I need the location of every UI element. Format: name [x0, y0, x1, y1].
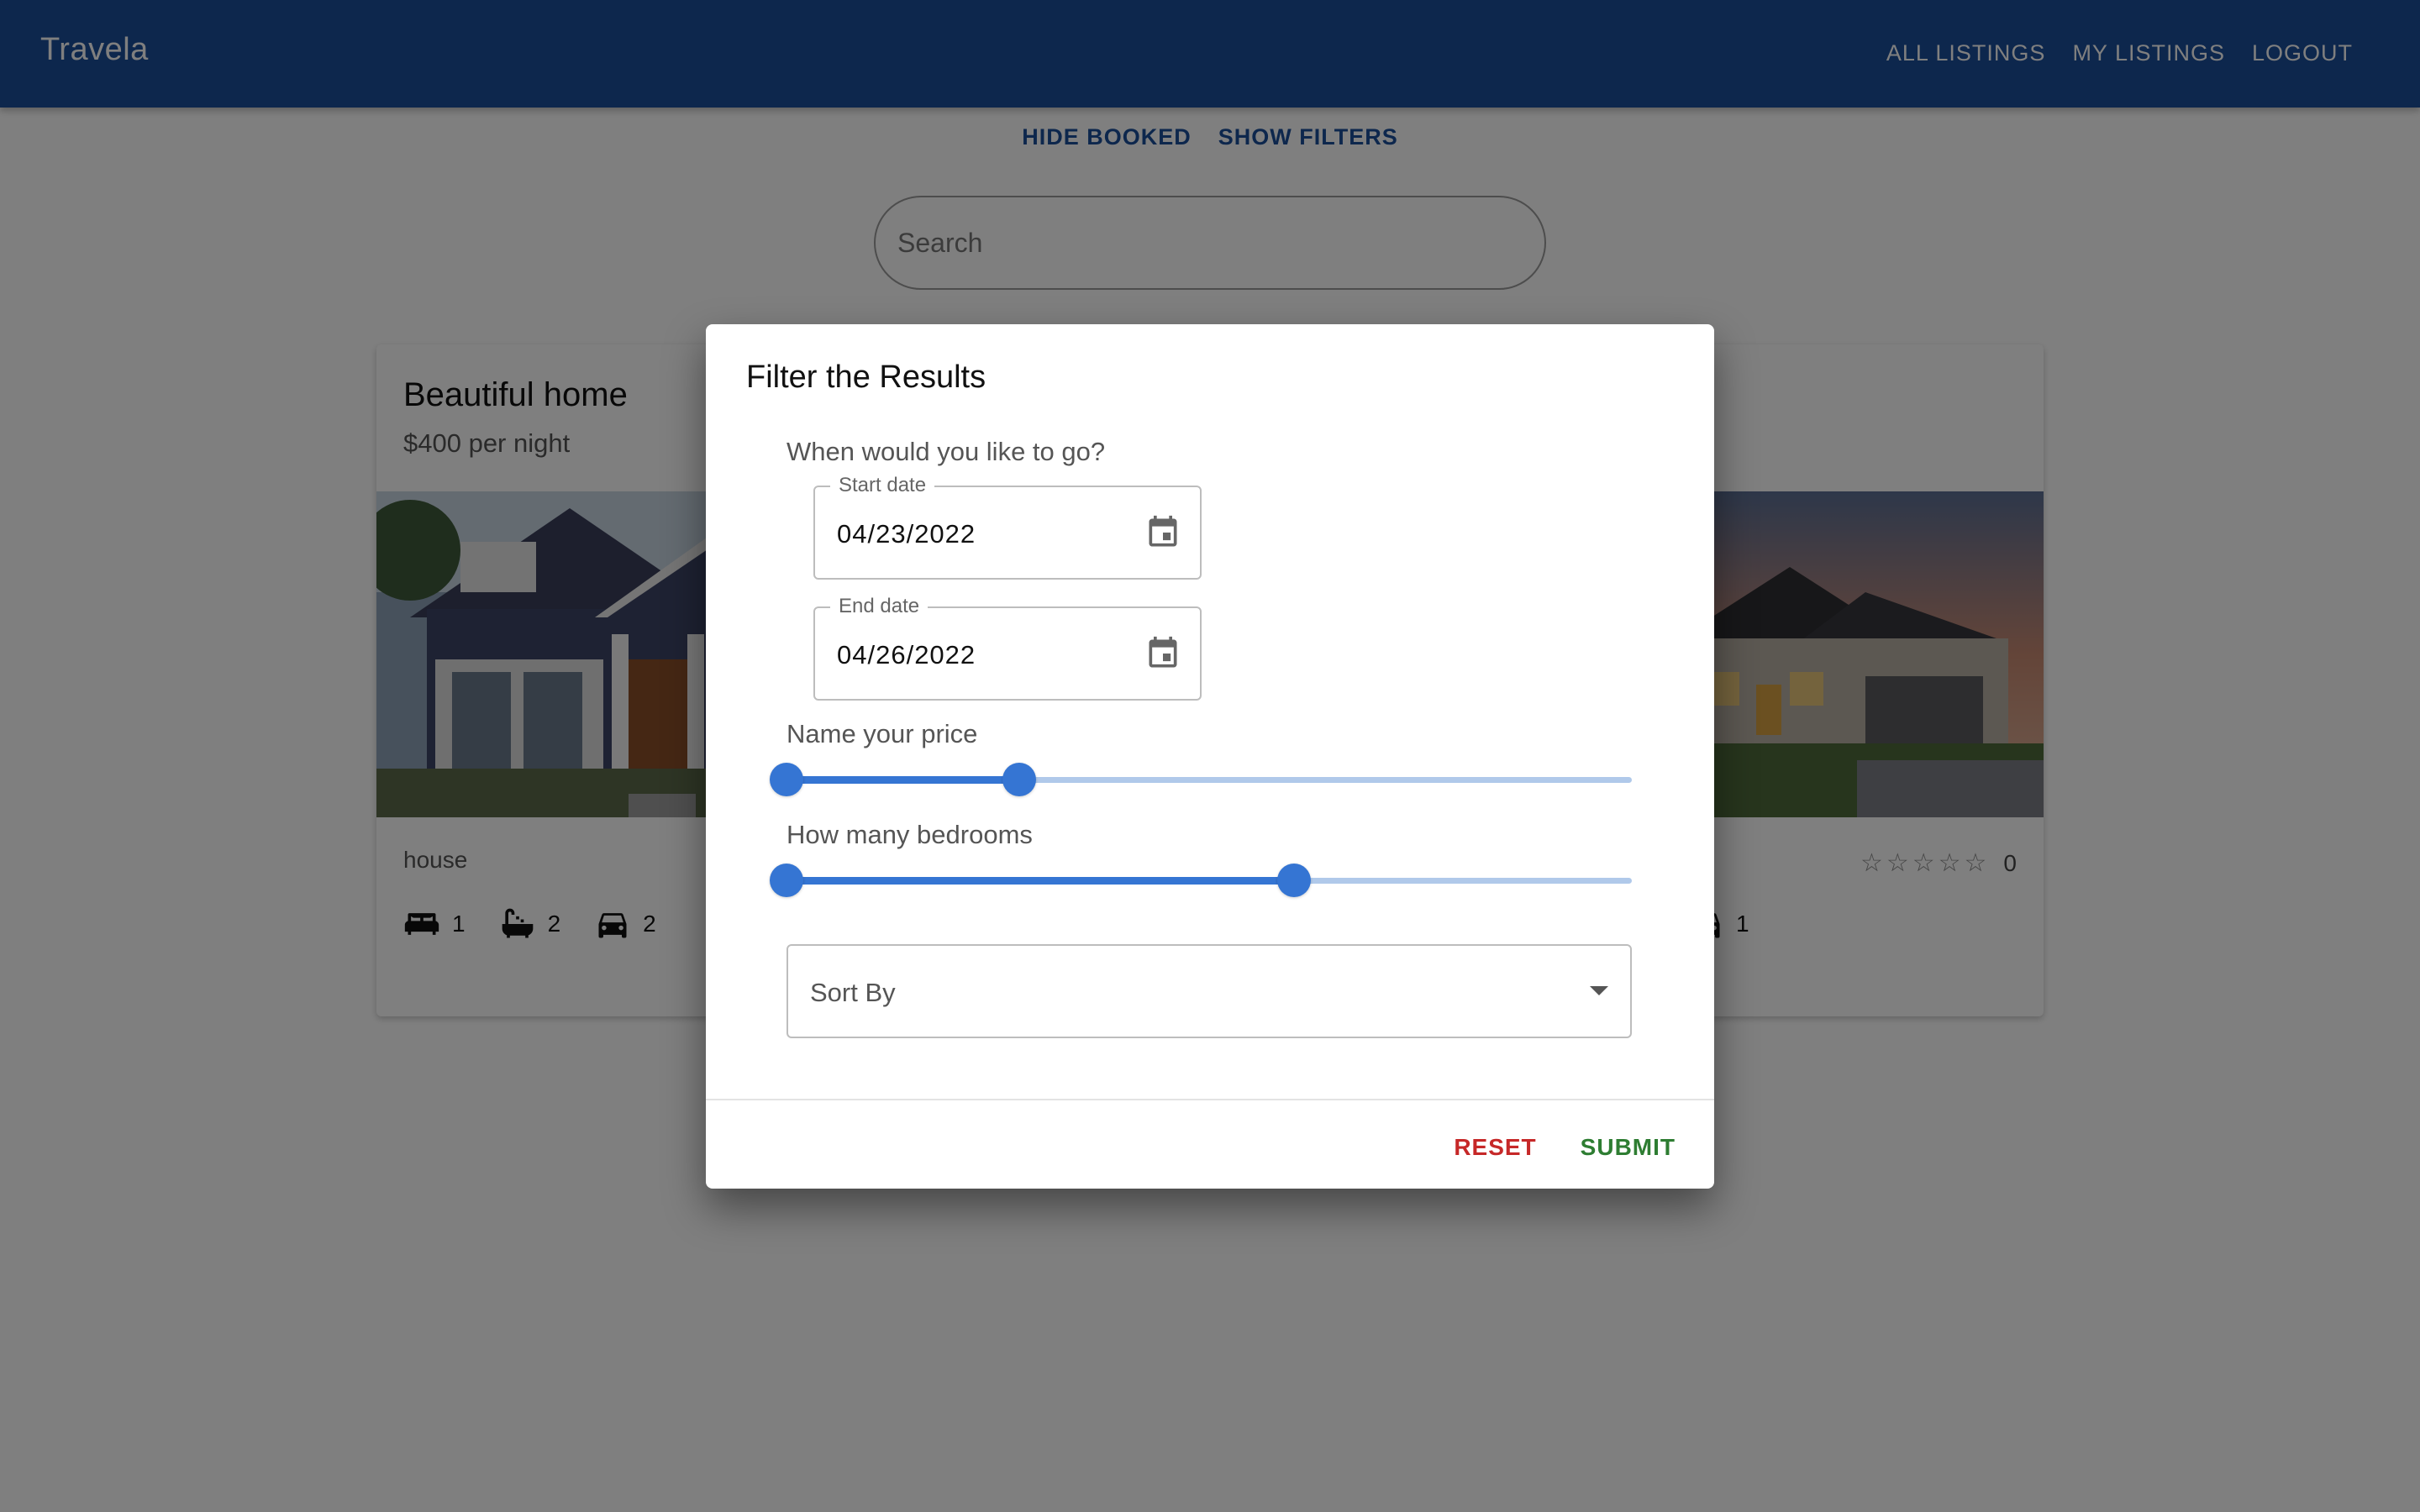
end-date-label: End date — [830, 595, 929, 618]
calendar-icon[interactable] — [1144, 514, 1181, 551]
dialog-title: Filter the Results — [746, 360, 986, 395]
bedrooms-label: How many bedrooms — [786, 820, 1033, 849]
dropdown-arrow-icon — [1590, 986, 1608, 995]
submit-button[interactable]: SUBMIT — [1569, 1129, 1687, 1166]
price-label: Name your price — [786, 719, 978, 748]
dialog-actions: RESET SUBMIT — [1442, 1129, 1687, 1166]
slider-thumb-max[interactable] — [1276, 864, 1311, 897]
price-range-slider[interactable] — [770, 763, 1632, 796]
slider-thumb-min[interactable] — [770, 763, 803, 796]
filter-dialog: Filter the Results When would you like t… — [706, 324, 1714, 1189]
slider-thumb-max[interactable] — [1002, 763, 1036, 796]
sort-by-select[interactable]: Sort By — [786, 944, 1632, 1038]
start-date-label: Start date — [830, 474, 935, 497]
slider-track — [786, 877, 1294, 885]
dialog-divider — [706, 1099, 1714, 1100]
slider-track — [786, 776, 1019, 784]
end-date-value: 04/26/2022 — [837, 640, 976, 669]
end-date-field[interactable]: End date 04/26/2022 — [813, 595, 1202, 701]
calendar-icon[interactable] — [1144, 635, 1181, 672]
reset-button[interactable]: RESET — [1442, 1129, 1548, 1166]
start-date-field[interactable]: Start date 04/23/2022 — [813, 474, 1202, 580]
date-question: When would you like to go? — [786, 437, 1106, 466]
bedrooms-range-slider[interactable] — [770, 864, 1632, 897]
slider-thumb-min[interactable] — [770, 864, 803, 897]
start-date-value: 04/23/2022 — [837, 519, 976, 549]
sort-by-placeholder: Sort By — [810, 978, 896, 1007]
